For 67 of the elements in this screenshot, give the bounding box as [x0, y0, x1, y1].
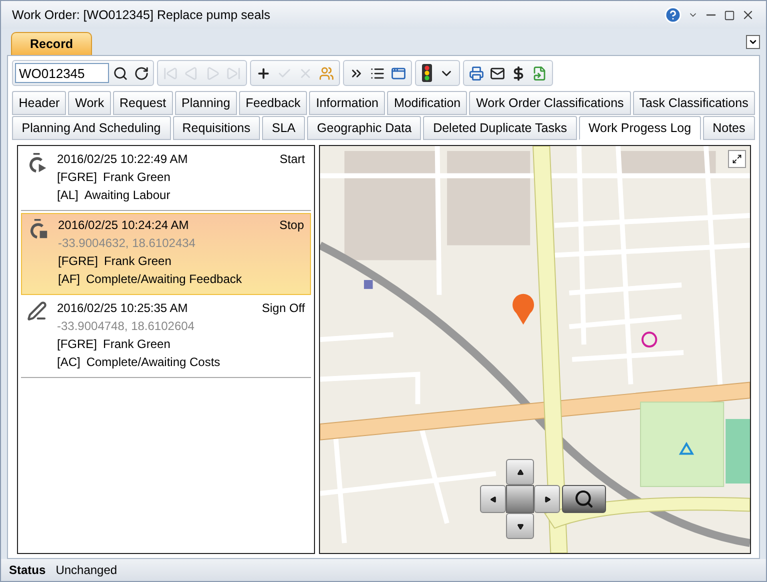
log-entry[interactable]: 2016/02/25 10:24:24 AM Stop -33.9004632, 18.6102434 [FGRE] Frank Green [AF] Complete/Awaiting Feedback [21, 213, 311, 295]
pan-up-button[interactable] [506, 459, 534, 485]
coordinates: -33.9004748, 18.6102604 [57, 319, 194, 333]
tab[interactable]: Modification [387, 91, 468, 115]
pan-down-button[interactable] [506, 513, 534, 539]
employee-code: [FGRE] [58, 254, 98, 268]
timestamp: 2016/02/25 10:22:49 AM [57, 152, 188, 166]
log-entry[interactable]: 2016/02/25 10:22:49 AM Start [FGRE] Frank Green [AL] Awaiting Labour [21, 148, 311, 211]
ribbon-tab[interactable]: Record [11, 32, 92, 55]
maximize-icon [724, 10, 735, 20]
employee-name: Frank Green [104, 254, 172, 268]
right-triangle-icon [544, 496, 550, 502]
tab[interactable]: Notes [702, 116, 756, 140]
tab[interactable]: Planning [174, 91, 237, 115]
pen-icon [27, 301, 47, 321]
tab[interactable]: Work Order Classifications [469, 91, 631, 115]
status-label: Status [9, 563, 46, 577]
employee-name: Frank Green [103, 170, 170, 184]
left-triangle-icon [490, 496, 496, 502]
action-label: Stop [279, 218, 304, 232]
pan-right-button[interactable] [534, 485, 560, 513]
help-icon [664, 6, 682, 24]
tab[interactable]: Geographic Data [307, 116, 422, 140]
employee-code: [FGRE] [57, 170, 98, 184]
action-label: Start [280, 152, 305, 166]
status-code: [AL] [57, 188, 78, 202]
stopwatch-stop-icon [28, 218, 48, 240]
caret-icon [748, 37, 758, 47]
close-icon [741, 8, 755, 22]
up-triangle-icon [516, 468, 524, 476]
expand-icon [732, 154, 742, 164]
pan-left-button[interactable] [480, 485, 506, 513]
tab[interactable]: Deleted Duplicate Tasks [423, 116, 577, 140]
tab[interactable]: Request [112, 91, 173, 115]
employee-code: [FGRE] [57, 337, 98, 351]
status-code: [AC] [57, 355, 80, 369]
zoom-button[interactable] [562, 485, 606, 513]
map-pin-icon[interactable] [512, 294, 534, 325]
down-triangle-icon [516, 522, 524, 530]
map-corner-button[interactable] [728, 150, 746, 168]
timestamp: 2016/02/25 10:25:35 AM [57, 301, 188, 315]
status-text: Awaiting Labour [84, 188, 170, 202]
record-number-field[interactable]: WO012345 [15, 63, 109, 83]
collapse-ribbon-button[interactable] [746, 35, 760, 49]
stopwatch-play-icon [27, 152, 47, 174]
coordinates: -33.9004632, 18.6102434 [58, 236, 196, 250]
status-value: Unchanged [56, 563, 118, 577]
tab[interactable]: Task Classifications [632, 91, 756, 115]
tab[interactable]: Work Progess Log [578, 116, 701, 140]
tab[interactable]: Header [12, 91, 66, 115]
traffic-light-icon[interactable] [419, 63, 435, 83]
timestamp: 2016/02/25 10:24:24 AM [58, 218, 189, 232]
employee-name: Frank Green [103, 337, 170, 351]
pan-center-button[interactable] [506, 485, 534, 513]
action-label: Sign Off [262, 301, 305, 315]
magnifier-icon [574, 489, 594, 509]
status-text: Complete/Awaiting Feedback [86, 272, 242, 286]
window-title: Work Order: [WO012345] Replace pump seals [12, 8, 272, 22]
tab[interactable]: SLA [262, 116, 306, 140]
tab[interactable]: Work [68, 91, 111, 115]
tab[interactable]: Planning And Scheduling [12, 116, 171, 140]
log-entry[interactable]: 2016/02/25 10:25:35 AM Sign Off -33.9004748, 18.6102604 [FGRE] Frank Green [AC] Complete/Awaiting Costs [21, 297, 311, 378]
status-code: [AF] [58, 272, 80, 286]
status-text: Complete/Awaiting Costs [86, 355, 220, 369]
tab[interactable]: Requisitions [172, 116, 260, 140]
tab[interactable]: Information [309, 91, 386, 115]
tab[interactable]: Feedback [238, 91, 308, 115]
